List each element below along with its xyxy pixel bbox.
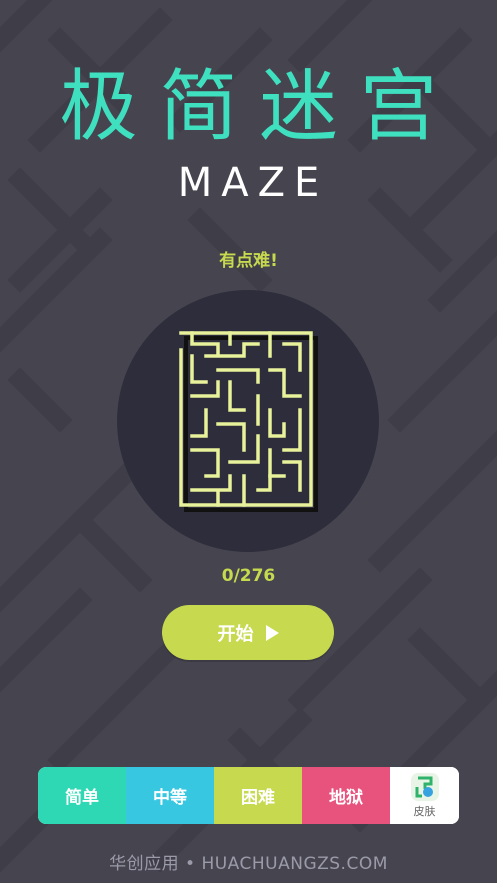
difficulty-selector: 简单 中等 困难 地狱 皮肤 (38, 767, 459, 824)
play-icon (265, 624, 279, 641)
game-subtitle: MAZE (177, 160, 329, 206)
level-easy-button[interactable]: 简单 (38, 767, 126, 824)
level-medium-button[interactable]: 中等 (126, 767, 214, 824)
start-button-label: 开始 (217, 623, 254, 645)
level-hard-button[interactable]: 困难 (214, 767, 302, 824)
start-button[interactable]: 开始 (162, 605, 334, 660)
skin-label: 皮肤 (413, 804, 436, 818)
maze-preview (179, 331, 318, 512)
skin-icon (410, 772, 439, 801)
difficulty-label: 有点难! (219, 251, 278, 271)
progress-counter: 0/276 (221, 566, 276, 586)
footer-watermark: 华创应用 • HUACHUANGZS.COM (109, 854, 388, 874)
level-hell-button[interactable]: 地狱 (302, 767, 390, 824)
game-title: 极简迷宫 (59, 62, 460, 152)
skin-button[interactable]: 皮肤 (390, 767, 459, 824)
